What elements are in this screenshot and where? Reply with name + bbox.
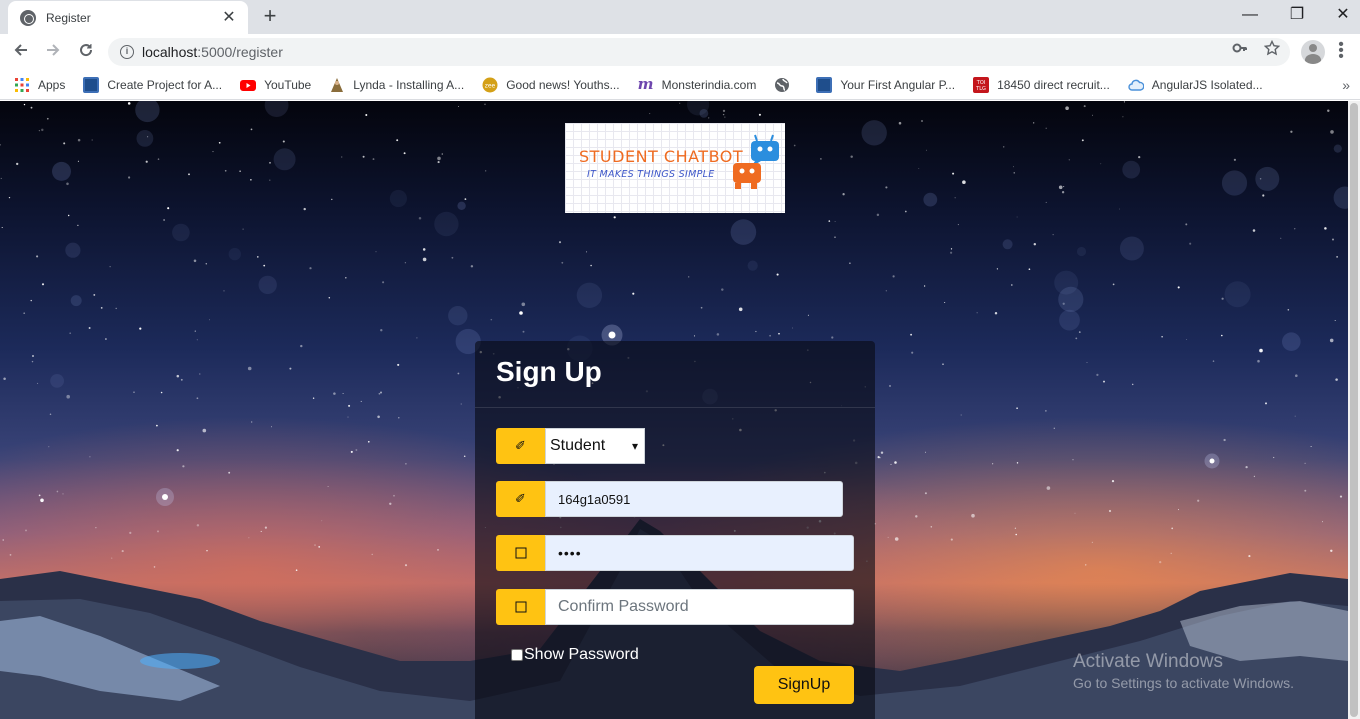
restore-button[interactable]: ❐ bbox=[1277, 4, 1317, 28]
svg-text:zee: zee bbox=[485, 82, 496, 89]
bookmark-label: Good news! Youths... bbox=[506, 77, 620, 92]
role-field: ✐ Student ▾ bbox=[496, 428, 645, 464]
signup-title: Sign Up bbox=[496, 356, 602, 387]
browser-menu-icon[interactable]: • • • bbox=[1336, 37, 1346, 65]
watermark-subtitle: Go to Settings to activate Windows. bbox=[1073, 675, 1294, 691]
minimize-button[interactable]: — bbox=[1230, 4, 1270, 28]
tab-title: Register bbox=[46, 10, 91, 25]
profile-avatar-icon[interactable] bbox=[1301, 40, 1325, 64]
key-icon bbox=[496, 535, 545, 571]
signup-card: Sign Up ✐ Student ▾ ✐ 164g1a0591 •••• Co… bbox=[475, 341, 875, 719]
pencil-icon: ✐ bbox=[496, 481, 545, 517]
confirm-password-field: Confirm Password bbox=[496, 589, 854, 625]
bookmarks-bar: Apps Create Project for A... YouTube Lyn… bbox=[0, 70, 1360, 100]
watermark-title: Activate Windows bbox=[1073, 651, 1223, 672]
logo-tagline: IT MAKES THINGS SIMPLE bbox=[587, 169, 715, 180]
bookmark-good-news[interactable]: zee Good news! Youths... bbox=[482, 77, 620, 93]
key-icon bbox=[496, 589, 545, 625]
bookmarks-overflow-icon[interactable]: » bbox=[1342, 77, 1350, 93]
key-icon[interactable] bbox=[1232, 40, 1248, 60]
angular-project-icon bbox=[816, 76, 833, 93]
bookmark-globe[interactable] bbox=[774, 77, 798, 93]
show-password-checkbox[interactable] bbox=[511, 649, 523, 661]
password-field: •••• bbox=[496, 535, 854, 571]
news-icon: zee bbox=[482, 77, 498, 92]
close-tab-icon[interactable]: ✕ bbox=[220, 9, 238, 26]
bookmark-toi[interactable]: TOI TLG 18450 direct recruit... bbox=[973, 76, 1110, 93]
chevron-down-icon: ▾ bbox=[631, 439, 638, 453]
show-password-toggle[interactable]: Show Password bbox=[511, 646, 639, 664]
bookmark-label: Lynda - Installing A... bbox=[353, 77, 465, 92]
browser-toolbar: i localhost:5000/register • • • bbox=[0, 34, 1360, 70]
globe-favicon-icon bbox=[20, 9, 36, 26]
confirm-password-input[interactable]: Confirm Password bbox=[545, 589, 854, 625]
student-id-input[interactable]: 164g1a0591 bbox=[545, 481, 843, 517]
logo-title: STUDENT CHATBOT bbox=[579, 147, 744, 166]
browser-tab[interactable]: Register ✕ bbox=[8, 1, 248, 34]
page-scrollbar[interactable] bbox=[1348, 101, 1360, 719]
student-id-field: ✐ 164g1a0591 bbox=[496, 481, 843, 517]
bookmark-youtube[interactable]: YouTube bbox=[240, 77, 311, 93]
role-selected-value: Student bbox=[550, 437, 606, 454]
youtube-icon bbox=[240, 79, 257, 91]
bookmark-lynda[interactable]: Lynda - Installing A... bbox=[329, 77, 464, 93]
new-tab-button[interactable]: + bbox=[258, 5, 282, 29]
back-arrow-icon[interactable] bbox=[8, 40, 34, 64]
role-select[interactable]: Student ▾ bbox=[545, 428, 645, 464]
bookmark-label: Your First Angular P... bbox=[840, 77, 956, 92]
toi-icon: TOITLG bbox=[973, 76, 990, 93]
window-close-button[interactable]: ✕ bbox=[1323, 4, 1360, 28]
bookmark-label: AngularJS Isolated... bbox=[1151, 77, 1263, 92]
forward-arrow-icon[interactable] bbox=[40, 40, 66, 64]
tab-strip: Register ✕ + — ❐ ✕ bbox=[0, 0, 1360, 34]
bookmark-angular-project[interactable]: Your First Angular P... bbox=[816, 76, 956, 93]
student-chatbot-logo: STUDENT CHATBOT IT MAKES THINGS SIMPLE bbox=[565, 123, 785, 213]
bookmark-label: Create Project for A... bbox=[107, 77, 223, 92]
card-divider bbox=[475, 407, 875, 408]
bookmark-angularjs[interactable]: AngularJS Isolated... bbox=[1128, 77, 1263, 93]
bookmark-label: Apps bbox=[38, 77, 66, 92]
project-icon bbox=[83, 76, 100, 93]
url-text: localhost:5000/register bbox=[142, 44, 283, 60]
svg-text:TLG: TLG bbox=[975, 86, 986, 92]
star-icon[interactable] bbox=[1263, 39, 1281, 60]
bookmark-label: Monsterindia.com bbox=[661, 77, 757, 92]
cloud-icon bbox=[1128, 79, 1144, 91]
page-background: STUDENT CHATBOT IT MAKES THINGS SIMPLE S… bbox=[0, 101, 1348, 719]
password-input[interactable]: •••• bbox=[545, 535, 854, 571]
bookmark-create-project[interactable]: Create Project for A... bbox=[83, 76, 223, 93]
site-info-icon[interactable]: i bbox=[120, 45, 134, 59]
globe-icon bbox=[775, 77, 790, 92]
robot-icon bbox=[733, 134, 779, 189]
reload-icon[interactable] bbox=[73, 40, 99, 64]
bookmark-apps[interactable]: Apps bbox=[14, 77, 65, 93]
apps-grid-icon bbox=[15, 77, 29, 92]
windows-activation-watermark: Activate Windows Go to Settings to activ… bbox=[1073, 651, 1294, 691]
pencil-icon: ✐ bbox=[496, 428, 545, 464]
bookmark-label: 18450 direct recruit... bbox=[997, 77, 1110, 92]
bookmark-label: YouTube bbox=[264, 77, 312, 92]
lynda-icon bbox=[331, 77, 344, 92]
monster-icon: m bbox=[637, 74, 654, 93]
signup-button[interactable]: SignUp bbox=[754, 666, 854, 704]
show-password-label: Show Password bbox=[524, 646, 639, 663]
bookmark-monster[interactable]: m Monsterindia.com bbox=[637, 74, 757, 93]
scrollbar-thumb[interactable] bbox=[1350, 103, 1358, 717]
address-bar[interactable]: i localhost:5000/register bbox=[108, 38, 1290, 66]
